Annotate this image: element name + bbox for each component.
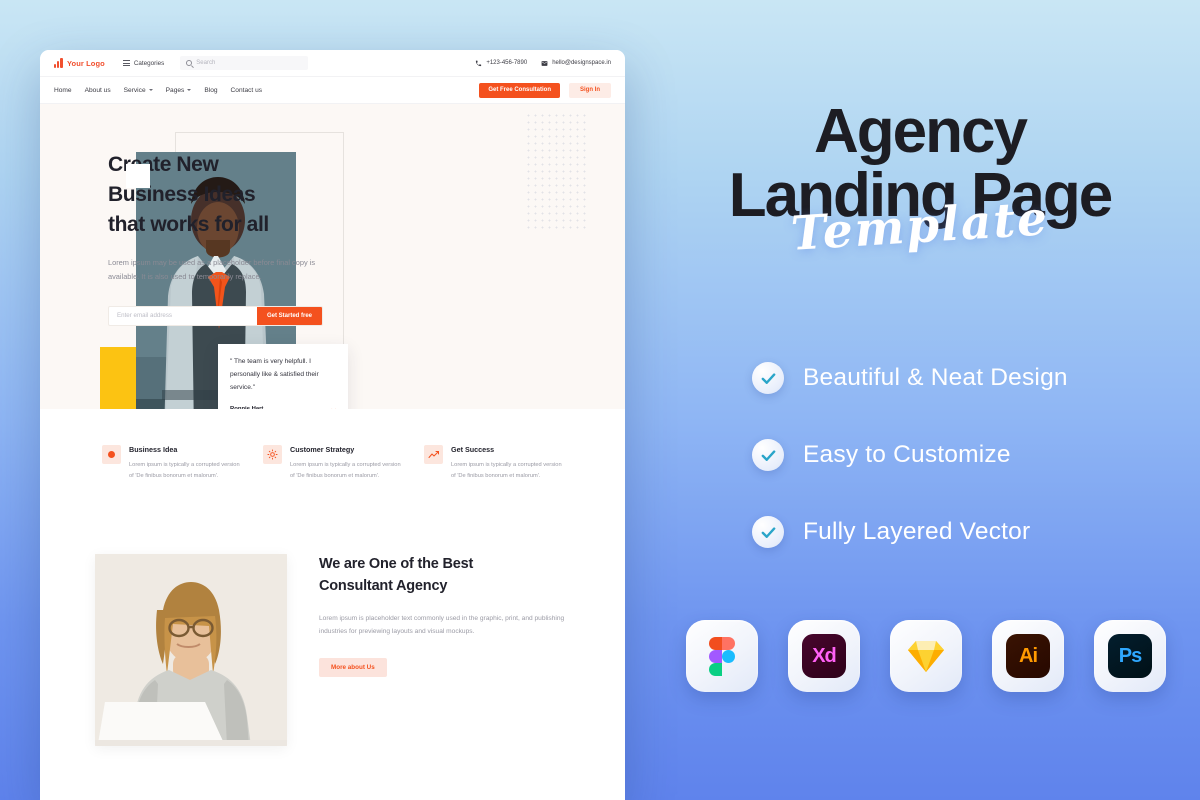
testimonial-footer: Ronnie Hart CEO of Designspace “ (230, 406, 337, 409)
email-input[interactable]: Enter email address (109, 307, 257, 325)
phone-contact[interactable]: +123-456-7890 (475, 60, 527, 67)
dotted-grid-decoration (525, 112, 587, 230)
hero-subtext: Lorem ipsum may be used as a placeholder… (108, 258, 316, 282)
check-circle-icon (752, 516, 784, 548)
check-circle-icon (752, 362, 784, 394)
promo-panel: Agency Landing Page Template Beautiful &… (640, 0, 1200, 800)
nav-item-contact-us[interactable]: Contact us (231, 87, 263, 94)
about-heading-line-1: We are One of the Best (319, 556, 474, 573)
testimonial-quote: " The team is very helpfull. I personall… (230, 358, 319, 391)
hero-heading-line-3: that works for all (108, 212, 269, 236)
search-input[interactable]: Search (180, 56, 309, 70)
adobe-xd-glyph: Xd (802, 634, 846, 678)
search-icon (186, 60, 193, 66)
hero-section: Create New Business Ideas that works for… (40, 104, 625, 409)
utility-topbar: Your Logo Categories Search +123-456-789… (40, 50, 625, 77)
phone-icon (476, 60, 482, 66)
sign-in-button[interactable]: Sign In (569, 82, 611, 98)
hamburger-icon (122, 60, 130, 66)
promo-feature-item: Beautiful & Neat Design (752, 362, 1068, 394)
nav-item-pages[interactable]: Pages (166, 87, 192, 94)
search-placeholder: Search (196, 60, 216, 66)
topbar-contact-group: +123-456-7890 hello@designspace.in (475, 60, 611, 67)
nav-label: Contact us (230, 86, 263, 94)
promo-feature-label: Fully Layered Vector (803, 518, 1031, 545)
nav-label: Home (54, 86, 72, 94)
feature-card-business-idea: Business Idea Lorem ipsum is typically a… (102, 445, 241, 482)
email-signup-form: Enter email address Get Started free (108, 305, 323, 326)
testimonial-card: " The team is very helpfull. I personall… (218, 344, 348, 409)
figma-glyph (709, 636, 735, 676)
about-section: We are One of the Best Consultant Agency… (40, 482, 625, 747)
figma-icon[interactable] (686, 620, 758, 692)
more-about-us-button[interactable]: More about Us (319, 657, 387, 677)
promo-feature-label: Easy to Customize (803, 441, 1011, 468)
main-navbar: Home About us Service Pages Blog Contact… (40, 77, 625, 104)
nav-label: Service (123, 86, 146, 94)
nav-item-blog[interactable]: Blog (204, 87, 217, 94)
adobe-photoshop-icon[interactable]: Ps (1094, 620, 1166, 692)
feature-title: Get Success (451, 445, 495, 454)
white-square-decoration (126, 164, 150, 188)
sketch-diamond-glyph (908, 641, 944, 672)
adobe-xd-icon[interactable]: Xd (788, 620, 860, 692)
adobe-illustrator-icon[interactable]: Ai (992, 620, 1064, 692)
testimonial-author: Ronnie Hart (230, 405, 264, 409)
promo-feature-list: Beautiful & Neat Design Easy to Customiz… (752, 362, 1068, 548)
get-started-free-button[interactable]: Get Started free (256, 306, 322, 325)
about-copy-block: We are One of the Best Consultant Agency… (319, 554, 565, 746)
nav-label: About us (84, 86, 111, 94)
nav-item-about-us[interactable]: About us (85, 87, 111, 94)
landing-page-mockup: Your Logo Categories Search +123-456-789… (40, 50, 625, 800)
email-address: hello@designspace.in (552, 60, 611, 66)
promo-title: Agency Landing Page Template (640, 97, 1200, 262)
sun-burst-icon (263, 445, 282, 464)
feature-body: Lorem ipsum is typically a corrupted ver… (129, 462, 240, 480)
about-body: Lorem ipsum is placeholder text commonly… (319, 614, 565, 636)
chevron-down-icon (148, 89, 153, 91)
promo-feature-item: Easy to Customize (752, 439, 1068, 471)
feature-body: Lorem ipsum is typically a corrupted ver… (290, 462, 401, 480)
phone-number: +123-456-7890 (486, 60, 528, 66)
get-free-consultation-button[interactable]: Get Free Consultation (479, 82, 560, 98)
feature-cards: Business Idea Lorem ipsum is typically a… (40, 409, 625, 483)
supported-apps-row: Xd Ai Ps (686, 620, 1166, 692)
nav-item-home[interactable]: Home (54, 87, 72, 94)
nav-actions: Get Free Consultation Sign In (479, 82, 611, 98)
adobe-photoshop-glyph: Ps (1108, 634, 1152, 678)
feature-body: Lorem ipsum is typically a corrupted ver… (451, 462, 562, 480)
email-contact[interactable]: hello@designspace.in (541, 60, 611, 67)
site-logo[interactable]: Your Logo (54, 58, 105, 68)
sketch-icon[interactable] (890, 620, 962, 692)
feature-title: Business Idea (129, 445, 178, 454)
categories-label: Categories (133, 59, 165, 67)
circle-idea-icon (102, 445, 121, 464)
nav-label: Pages (165, 86, 185, 94)
promo-feature-item: Fully Layered Vector (752, 516, 1068, 548)
logo-text: Your Logo (67, 58, 105, 68)
feature-title: Customer Strategy (290, 445, 355, 454)
hero-heading-line-1: Create New (108, 153, 219, 176)
envelope-icon (541, 60, 548, 66)
testimonial-author-block: Ronnie Hart CEO of Designspace (230, 406, 278, 409)
feature-card-get-success: Get Success Lorem ipsum is typically a c… (424, 445, 563, 482)
about-heading-line-2: Consultant Agency (319, 577, 448, 594)
chevron-down-icon (187, 89, 192, 91)
feature-card-customer-strategy: Customer Strategy Lorem ipsum is typical… (263, 445, 402, 482)
categories-menu[interactable]: Categories (122, 59, 165, 67)
about-heading: We are One of the Best Consultant Agency (319, 554, 565, 598)
trend-up-chart-icon (424, 445, 443, 464)
promo-title-line-1: Agency (814, 97, 1028, 166)
nav-item-service[interactable]: Service (124, 87, 153, 94)
nav-label: Blog (204, 86, 218, 94)
nav-links: Home About us Service Pages Blog Contact… (54, 87, 262, 94)
check-circle-icon (752, 439, 784, 471)
promo-feature-label: Beautiful & Neat Design (803, 364, 1068, 391)
adobe-illustrator-glyph: Ai (1006, 634, 1050, 678)
about-image (95, 554, 287, 747)
bar-chart-logo-icon (54, 58, 63, 68)
